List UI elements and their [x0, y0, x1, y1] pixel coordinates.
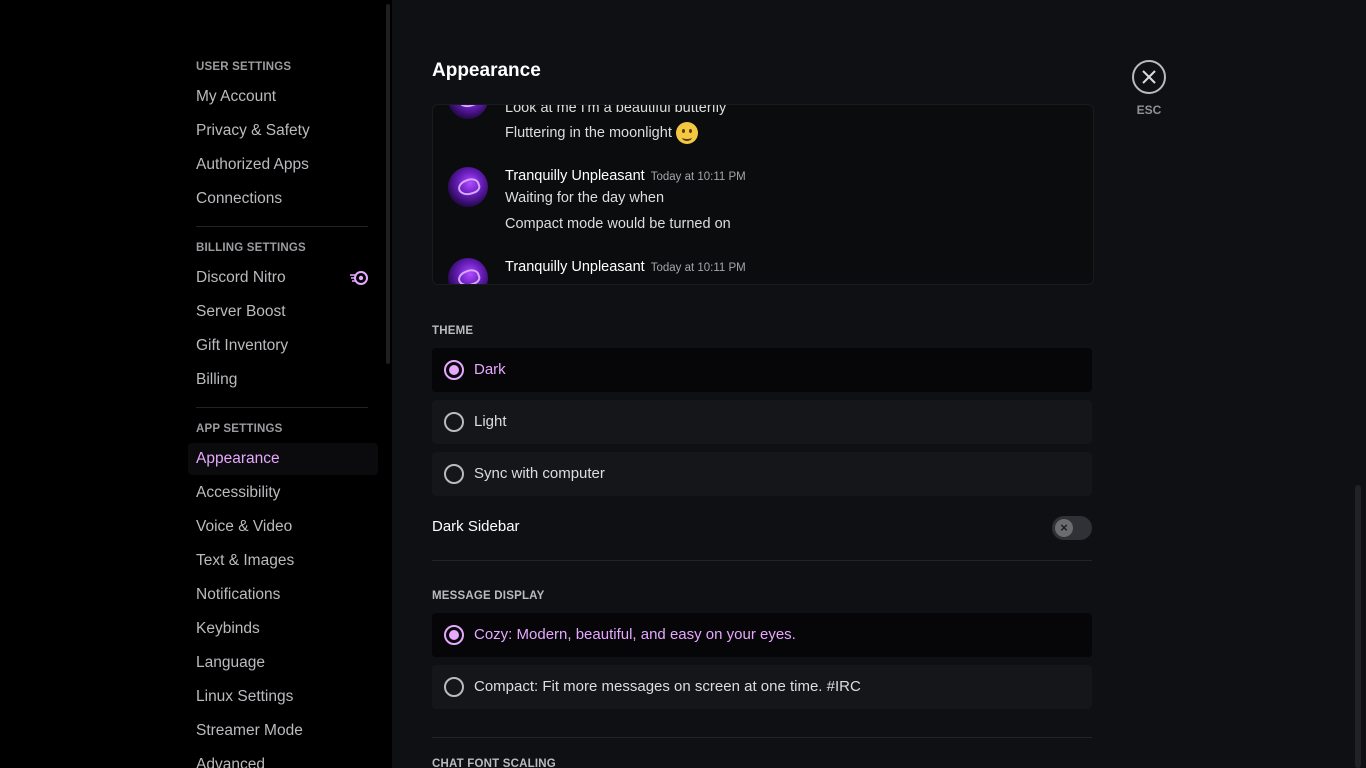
message-text: Compact mode would be turned on: [505, 216, 731, 232]
sidebar-item-accessibility[interactable]: Accessibility: [188, 477, 378, 509]
theme-option-label: Dark: [474, 361, 506, 378]
sidebar-item-language[interactable]: Language: [188, 647, 378, 679]
nitro-icon: [350, 271, 368, 285]
message-display-option-label: Compact: Fit more messages on screen at …: [474, 678, 861, 695]
sidebar-item-linux-settings[interactable]: Linux Settings: [188, 681, 378, 713]
nav-divider: [196, 226, 368, 227]
radio-unselected-icon: [444, 677, 464, 697]
radio-selected-icon: [444, 360, 464, 380]
message-author: Tranquilly Unpleasant Today at 10:11 PM: [505, 259, 746, 275]
section-header-user-settings: User Settings: [196, 61, 292, 73]
avatar: [448, 167, 488, 207]
theme-section-label: Theme: [432, 325, 474, 337]
avatar: [448, 105, 488, 119]
settings-content: Appearance Look at me I'm a beautiful bu…: [392, 0, 1354, 768]
chat-font-scaling-section-label: Chat Font Scaling: [432, 758, 556, 768]
scrollbar-thumb[interactable]: [1355, 485, 1361, 768]
sidebar-item-authorized-apps[interactable]: Authorized Apps: [188, 149, 378, 181]
message-display-option-label: Cozy: Modern, beautiful, and easy on you…: [474, 626, 796, 643]
settings-sidebar: User Settings My Account Privacy & Safet…: [0, 0, 392, 768]
esc-label: ESC: [1136, 103, 1162, 117]
sidebar-item-discord-nitro[interactable]: Discord Nitro: [188, 262, 378, 294]
sidebar-scrollbar[interactable]: [386, 4, 390, 364]
theme-option-label: Light: [474, 413, 507, 430]
sidebar-item-notifications[interactable]: Notifications: [188, 579, 378, 611]
author-name: Tranquilly Unpleasant: [505, 168, 645, 184]
sidebar-item-billing[interactable]: Billing: [188, 364, 378, 396]
message-text: Fluttering in the moonlight: [505, 122, 698, 144]
message-timestamp: Today at 10:11 PM: [650, 171, 746, 183]
sidebar-item-advanced[interactable]: Advanced: [188, 749, 378, 768]
close-icon: [1142, 70, 1156, 84]
radio-selected-icon: [444, 625, 464, 645]
message-display-option-compact[interactable]: Compact: Fit more messages on screen at …: [432, 665, 1092, 709]
theme-option-dark[interactable]: Dark: [432, 348, 1092, 392]
toggle-off-x-icon: ×: [1055, 519, 1073, 537]
sidebar-item-server-boost[interactable]: Server Boost: [188, 296, 378, 328]
theme-option-light[interactable]: Light: [432, 400, 1092, 444]
smile-emoji-icon: [675, 122, 698, 144]
sidebar-item-voice-video[interactable]: Voice & Video: [188, 511, 378, 543]
author-name: Tranquilly Unpleasant: [505, 259, 645, 275]
section-header-billing-settings: Billing Settings: [196, 242, 306, 254]
message-text: Look at me I'm a beautiful butterfly: [505, 104, 727, 116]
radio-unselected-icon: [444, 412, 464, 432]
dark-sidebar-toggle[interactable]: ×: [1052, 516, 1092, 540]
dark-sidebar-label: Dark Sidebar: [432, 518, 520, 535]
page-title: Appearance: [432, 60, 541, 81]
message-text-content: Fluttering in the moonlight: [505, 124, 672, 141]
sidebar-item-streamer-mode[interactable]: Streamer Mode: [188, 715, 378, 747]
theme-option-label: Sync with computer: [474, 465, 605, 482]
sidebar-item-label: Discord Nitro: [196, 269, 286, 286]
sidebar-item-connections[interactable]: Connections: [188, 183, 378, 215]
message-display-option-cozy[interactable]: Cozy: Modern, beautiful, and easy on you…: [432, 613, 1092, 657]
message-preview: Look at me I'm a beautiful butterfly Flu…: [432, 104, 1094, 285]
section-divider: [432, 737, 1092, 738]
sidebar-item-text-images[interactable]: Text & Images: [188, 545, 378, 577]
sidebar-item-appearance[interactable]: Appearance: [188, 443, 378, 475]
avatar: [448, 258, 488, 284]
message-timestamp: Today at 10:11 PM: [650, 262, 746, 274]
section-divider: [432, 560, 1092, 561]
message-display-section-label: Message Display: [432, 590, 545, 602]
sidebar-item-my-account[interactable]: My Account: [188, 81, 378, 113]
message-text: Waiting for the day when: [505, 190, 665, 206]
sidebar-item-keybinds[interactable]: Keybinds: [188, 613, 378, 645]
section-header-app-settings: App Settings: [196, 423, 283, 435]
nav-divider: [196, 407, 368, 408]
content-scrollbar[interactable]: [1354, 0, 1366, 768]
message-author: Tranquilly Unpleasant Today at 10:11 PM: [505, 168, 746, 184]
sidebar-item-gift-inventory[interactable]: Gift Inventory: [188, 330, 378, 362]
close-button[interactable]: [1132, 60, 1166, 94]
radio-unselected-icon: [444, 464, 464, 484]
sidebar-item-privacy-safety[interactable]: Privacy & Safety: [188, 115, 378, 147]
theme-option-sync[interactable]: Sync with computer: [432, 452, 1092, 496]
